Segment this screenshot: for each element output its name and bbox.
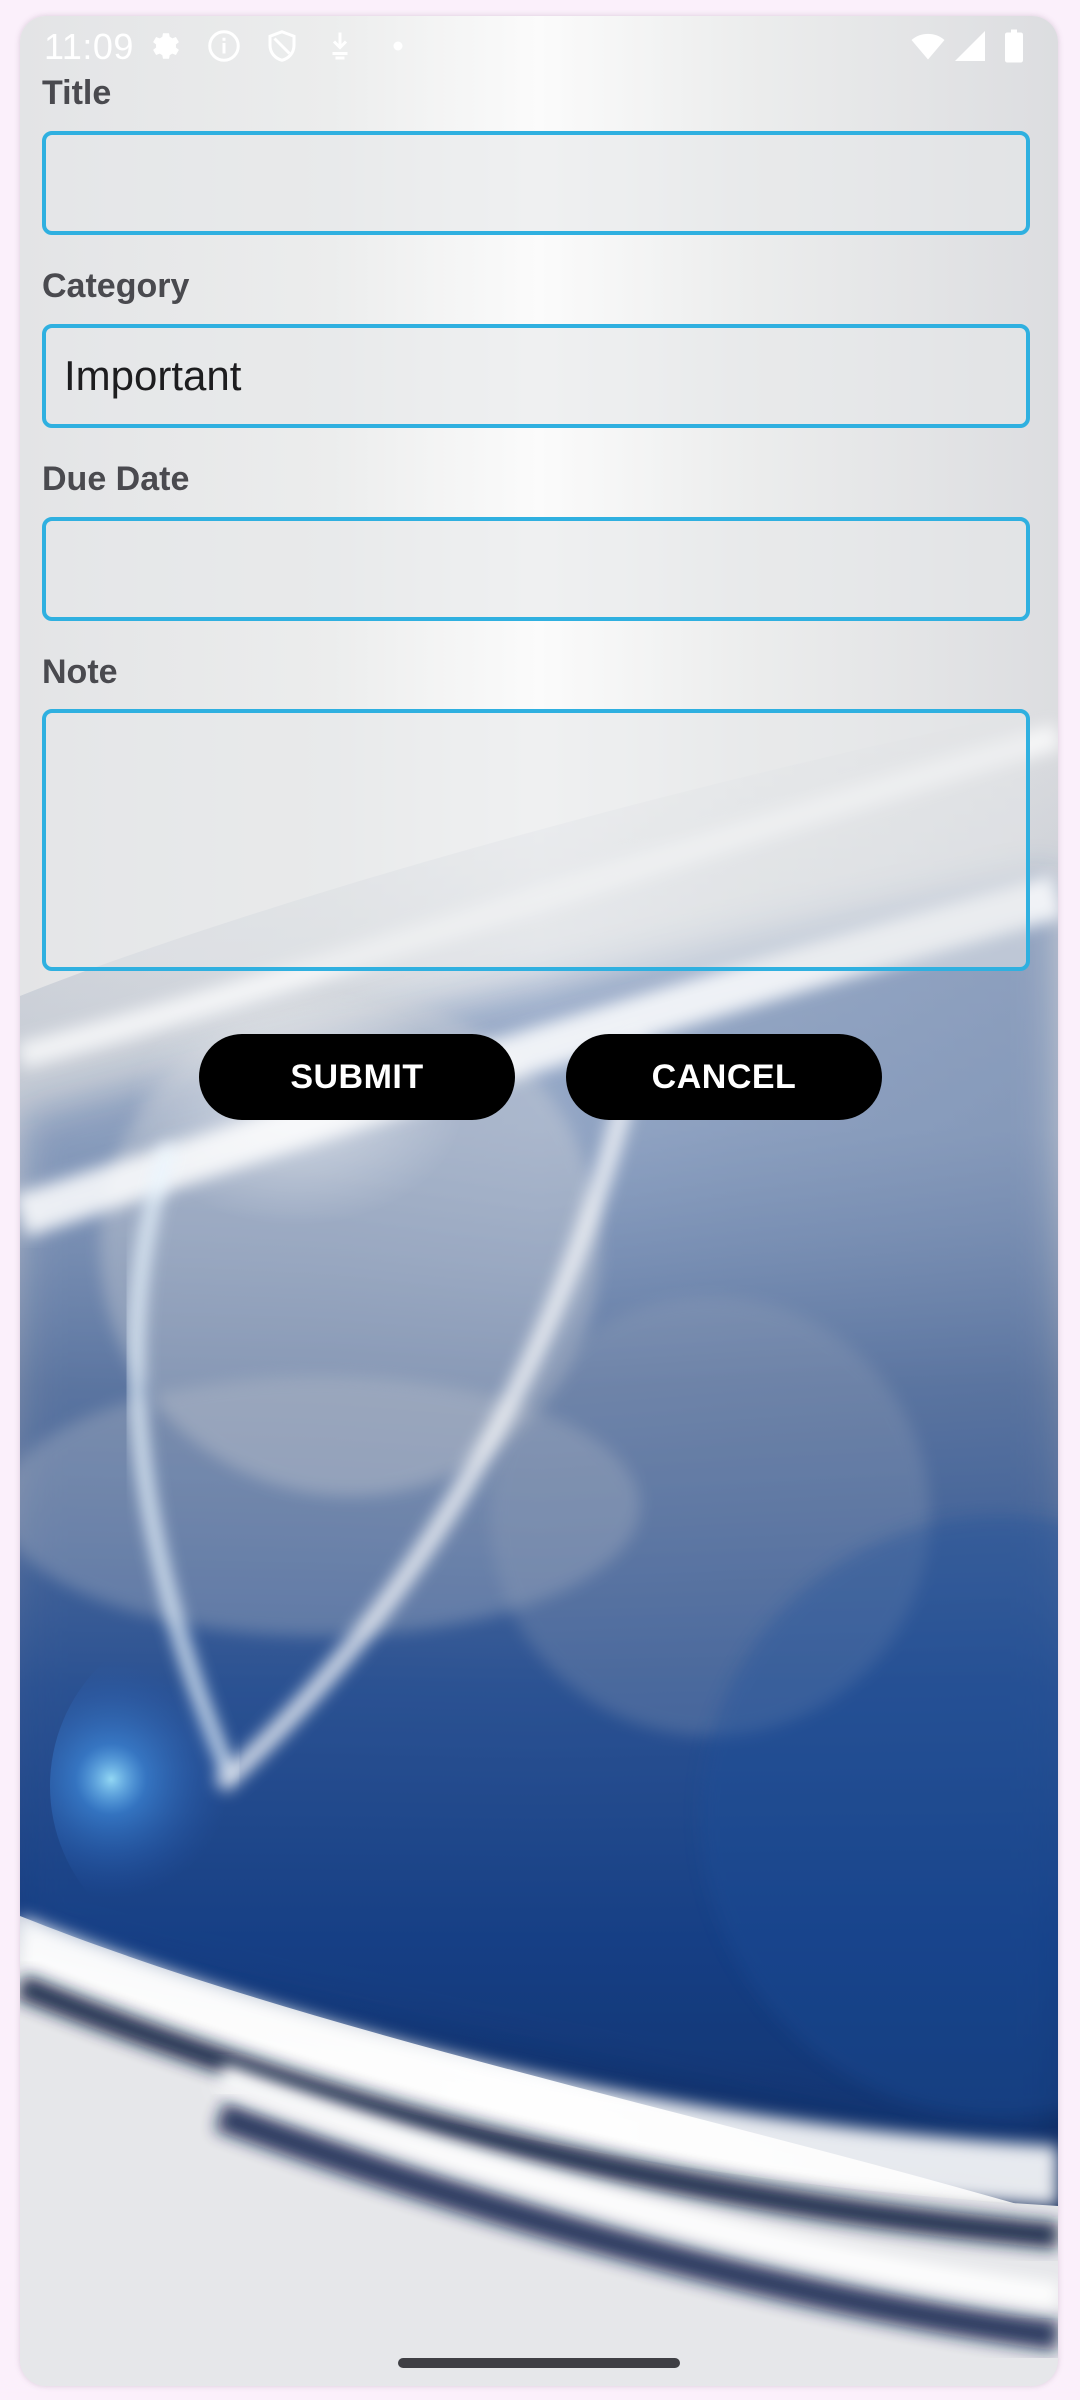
cancel-button[interactable]: CANCEL	[566, 1034, 882, 1120]
wifi-icon	[910, 28, 950, 64]
status-bar: 11:09	[20, 16, 1058, 76]
download-icon	[322, 28, 358, 64]
battery-icon	[996, 28, 1032, 64]
gesture-nav-handle[interactable]	[398, 2358, 680, 2368]
due-date-label: Due Date	[42, 460, 190, 498]
category-input[interactable]	[42, 324, 1030, 428]
dot-icon	[380, 28, 416, 64]
shield-icon	[264, 28, 300, 64]
submit-button[interactable]: SUBMIT	[199, 1034, 515, 1120]
note-label: Note	[42, 653, 118, 691]
title-label: Title	[42, 74, 112, 112]
category-label: Category	[42, 267, 190, 305]
settings-icon	[148, 28, 184, 64]
due-date-input[interactable]	[42, 517, 1030, 621]
note-textarea[interactable]	[42, 709, 1030, 971]
title-input[interactable]	[42, 131, 1030, 235]
app-screen: 11:09 Title Category Due Date	[20, 16, 1058, 2386]
status-time: 11:09	[44, 26, 134, 67]
signal-icon	[952, 28, 988, 64]
info-icon	[206, 28, 242, 64]
